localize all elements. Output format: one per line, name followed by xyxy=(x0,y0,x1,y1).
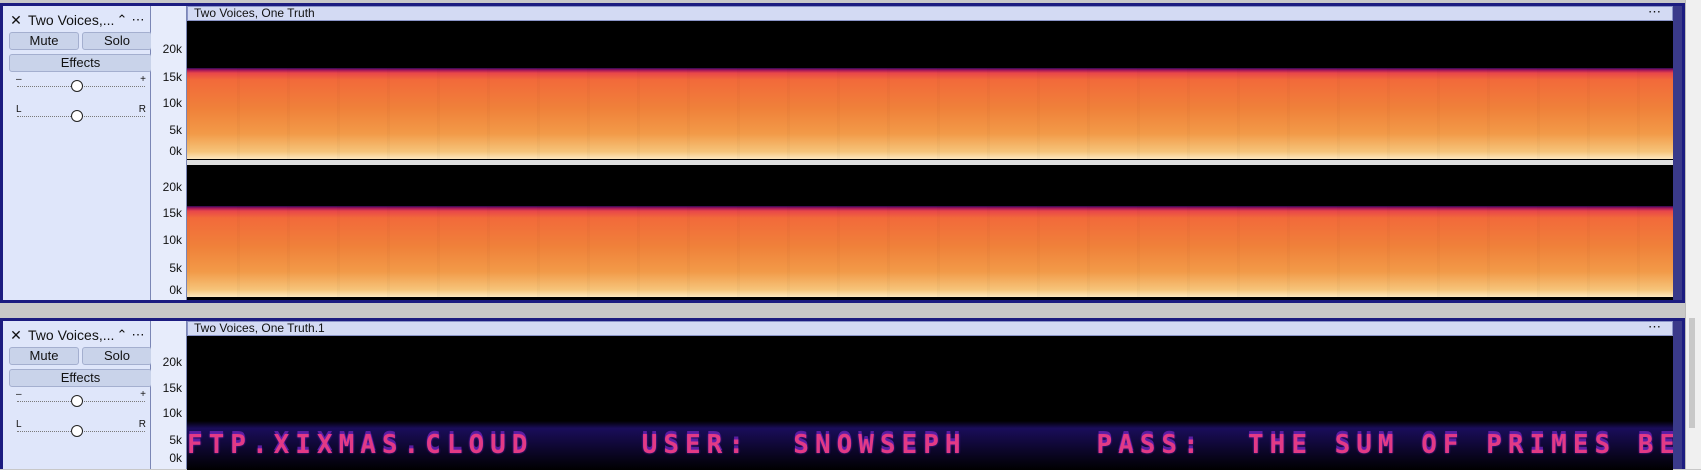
clip-title: Two Voices, One Truth xyxy=(194,6,315,20)
track-control-panel: ✕ Two Voices,... ⌃ ⋯ Mute Solo Effects –… xyxy=(3,6,152,300)
frequency-ruler: 20k 15k 10k 5k 0k 20k 15k 10k 5k 0k xyxy=(151,6,187,300)
channel-separator xyxy=(187,160,1673,165)
vertical-scrollbar[interactable] xyxy=(1685,0,1701,469)
gain-min-label: – xyxy=(16,74,22,85)
ruler-tick: 0k xyxy=(169,283,182,297)
effects-button[interactable]: Effects xyxy=(9,54,152,72)
spectrogram-hidden-message[interactable]: FTP.XIXMAS.CLOUD USER: SNOWSEPH PASS: TH… xyxy=(187,421,1673,470)
ruler-tick: 15k xyxy=(162,206,182,220)
track-header: ✕ Two Voices,... ⌃ ⋯ xyxy=(9,10,146,30)
track-menu-icon[interactable]: ⋯ xyxy=(130,12,146,28)
track-resize-edge[interactable] xyxy=(1673,321,1682,469)
ruler-tick: 20k xyxy=(162,180,182,194)
track-name[interactable]: Two Voices,... xyxy=(28,12,114,28)
pan-slider[interactable]: L R xyxy=(13,104,149,130)
track-1[interactable]: ✕ Two Voices,... ⌃ ⋯ Mute Solo Effects –… xyxy=(0,3,1685,303)
gain-max-label: + xyxy=(140,74,146,85)
pan-thumb[interactable] xyxy=(71,425,83,437)
pan-slider[interactable]: L R xyxy=(13,419,149,445)
scrollbar-thumb[interactable] xyxy=(1689,318,1695,428)
effects-button[interactable]: Effects xyxy=(9,369,152,387)
pan-left-label: L xyxy=(16,419,22,430)
ruler-tick: 5k xyxy=(169,261,182,275)
ruler-tick: 10k xyxy=(162,233,182,247)
clip-menu-icon[interactable]: ⋯ xyxy=(1648,5,1662,18)
ruler-tick: 20k xyxy=(162,42,182,56)
track-menu-icon[interactable]: ⋯ xyxy=(130,327,146,343)
gain-max-label: + xyxy=(140,389,146,400)
close-icon[interactable]: ✕ xyxy=(9,12,23,29)
audio-clip[interactable]: Two Voices, One Truth.1 ⋯ FTP.XIXMAS.CLO… xyxy=(187,320,1673,470)
clip-title-bar[interactable]: Two Voices, One Truth ⋯ xyxy=(187,5,1673,21)
track-name[interactable]: Two Voices,... xyxy=(28,327,114,343)
ruler-tick: 15k xyxy=(162,381,182,395)
audio-clip[interactable]: Two Voices, One Truth ⋯ xyxy=(187,5,1673,300)
gain-thumb[interactable] xyxy=(71,80,83,92)
clip-menu-icon[interactable]: ⋯ xyxy=(1648,320,1662,333)
solo-button[interactable]: Solo xyxy=(82,32,152,50)
ruler-tick: 5k xyxy=(169,123,182,137)
pan-left-label: L xyxy=(16,104,22,115)
close-icon[interactable]: ✕ xyxy=(9,327,23,344)
collapse-icon[interactable]: ⌃ xyxy=(114,12,130,28)
gain-min-label: – xyxy=(16,389,22,400)
ruler-tick: 5k xyxy=(169,433,182,447)
ruler-tick: 0k xyxy=(169,144,182,158)
pan-right-label: R xyxy=(138,104,146,115)
pan-thumb[interactable] xyxy=(71,110,83,122)
mute-button[interactable]: Mute xyxy=(9,32,79,50)
clip-title: Two Voices, One Truth.1 xyxy=(194,321,325,335)
track-2[interactable]: ✕ Two Voices,... ⌃ ⋯ Mute Solo Effects –… xyxy=(0,318,1685,470)
spectrogram-left-channel[interactable] xyxy=(187,68,1673,159)
ruler-tick: 10k xyxy=(162,96,182,110)
ruler-tick: 10k xyxy=(162,406,182,420)
gain-thumb[interactable] xyxy=(71,395,83,407)
clip-title-bar[interactable]: Two Voices, One Truth.1 ⋯ xyxy=(187,320,1673,336)
track-header: ✕ Two Voices,... ⌃ ⋯ xyxy=(9,325,146,345)
mute-button[interactable]: Mute xyxy=(9,347,79,365)
ruler-tick: 0k xyxy=(169,451,182,465)
gain-slider[interactable]: – + xyxy=(13,389,149,415)
spectrogram-right-channel[interactable] xyxy=(187,206,1673,297)
collapse-icon[interactable]: ⌃ xyxy=(114,327,130,343)
ruler-tick: 15k xyxy=(162,70,182,84)
pan-right-label: R xyxy=(138,419,146,430)
solo-button[interactable]: Solo xyxy=(82,347,152,365)
ruler-tick: 20k xyxy=(162,355,182,369)
frequency-ruler: 20k 15k 10k 5k 0k xyxy=(151,321,187,469)
track-control-panel: ✕ Two Voices,... ⌃ ⋯ Mute Solo Effects –… xyxy=(3,321,152,469)
gain-slider[interactable]: – + xyxy=(13,74,149,100)
track-resize-edge[interactable] xyxy=(1673,6,1682,300)
